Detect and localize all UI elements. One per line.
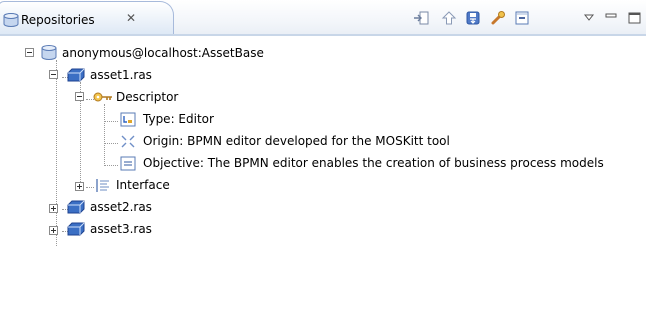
view-header: Repositories ✕	[0, 0, 646, 36]
tree-item-objective[interactable]: Objective: The BPMN editor enables the c…	[0, 154, 646, 176]
objective-icon	[120, 156, 136, 171]
tree-item-asset3[interactable]: asset3.ras	[0, 220, 200, 242]
asset-icon	[67, 222, 85, 236]
expand-toggle[interactable]	[75, 182, 84, 191]
tree-item-label: asset2.ras	[90, 200, 152, 214]
type-icon	[120, 112, 136, 127]
collapse-all-icon[interactable]	[514, 10, 530, 26]
tree-item-label: Interface	[116, 178, 170, 192]
tree-item-root[interactable]: anonymous@localhost:AssetBase	[0, 44, 300, 66]
expand-toggle[interactable]	[49, 204, 58, 213]
tree-item-asset1[interactable]: asset1.ras	[0, 66, 200, 88]
tree-item-label: Origin: BPMN editor developed for the MO…	[143, 134, 450, 148]
origin-icon	[120, 134, 136, 149]
tree-item-asset2[interactable]: asset2.ras	[0, 198, 200, 220]
tree-item-label: anonymous@localhost:AssetBase	[62, 46, 264, 60]
collapse-toggle[interactable]	[25, 48, 34, 57]
tree-item-label: Descriptor	[116, 90, 179, 104]
save-icon[interactable]	[465, 10, 481, 26]
view-menu-icon[interactable]	[583, 10, 599, 26]
repository-tree: anonymous@localhost:AssetBase asset1.ras…	[0, 36, 646, 324]
tree-item-label: asset1.ras	[90, 68, 152, 82]
asset-icon	[67, 200, 85, 214]
repository-icon	[3, 13, 19, 27]
collapse-toggle[interactable]	[75, 92, 84, 101]
tab-title: Repositories	[21, 13, 95, 27]
tree-item-descriptor[interactable]: Descriptor	[0, 88, 200, 110]
interface-icon	[95, 178, 111, 193]
up-arrow-icon[interactable]	[441, 10, 457, 26]
tree-item-interface[interactable]: Interface	[0, 176, 200, 198]
tree-item-type[interactable]: Type: Editor	[0, 110, 220, 132]
expand-toggle[interactable]	[49, 226, 58, 235]
tree-item-label: Type: Editor	[143, 112, 214, 126]
repositories-tab[interactable]: Repositories ✕	[0, 1, 174, 35]
repository-icon	[41, 45, 57, 60]
tree-item-label: Objective: The BPMN editor enables the c…	[143, 156, 604, 170]
asset-icon	[67, 68, 85, 82]
key-icon	[93, 91, 113, 103]
maximize-icon[interactable]	[628, 10, 644, 26]
tree-item-origin[interactable]: Origin: BPMN editor developed for the MO…	[0, 132, 500, 154]
tree-item-label: asset3.ras	[90, 222, 152, 236]
key-icon[interactable]	[490, 10, 506, 26]
collapse-toggle[interactable]	[49, 70, 58, 79]
minimize-icon[interactable]	[605, 10, 621, 26]
import-icon[interactable]	[413, 10, 429, 26]
close-icon[interactable]: ✕	[126, 11, 136, 25]
